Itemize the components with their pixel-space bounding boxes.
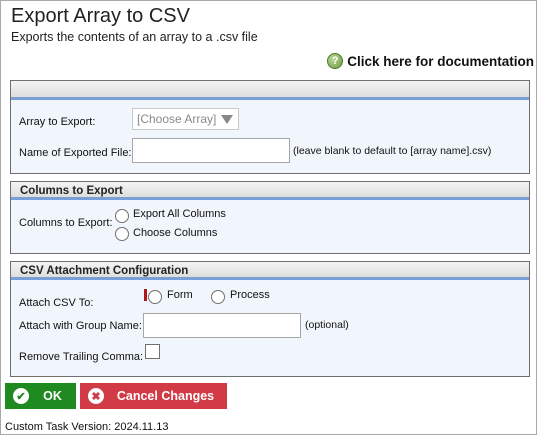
columns-section: Columns to Export Columns to Export: Exp…: [10, 181, 530, 254]
columns-section-header: Columns to Export: [11, 182, 529, 200]
columns-to-export-label: Columns to Export:: [19, 217, 113, 229]
group-name-hint: (optional): [305, 319, 349, 331]
documentation-link[interactable]: ? Click here for documentation: [327, 53, 534, 69]
attach-csv-to-label: Attach CSV To:: [19, 297, 94, 309]
attach-process-radio[interactable]: [211, 290, 225, 304]
csv-attachment-section: CSV Attachment Configuration Attach CSV …: [10, 261, 530, 377]
export-all-columns-label: Export All Columns: [133, 208, 226, 220]
task-version: Custom Task Version: 2024.11.13: [5, 421, 169, 433]
array-select-value: [Choose Array]: [137, 112, 217, 126]
page-title: Export Array to CSV: [11, 5, 190, 27]
dialog-frame: Export Array to CSV Exports the contents…: [0, 0, 537, 435]
array-section: Array to Export: [Choose Array] Name of …: [10, 80, 530, 174]
group-name-label: Attach with Group Name:: [19, 320, 142, 332]
attach-form-radio[interactable]: [148, 290, 162, 304]
remove-trailing-comma-label: Remove Trailing Comma:: [19, 351, 144, 363]
required-marker: [144, 289, 147, 301]
help-icon: ?: [327, 53, 344, 69]
close-icon: ✖: [88, 388, 104, 404]
array-to-export-label: Array to Export:: [19, 116, 96, 128]
attach-process-label: Process: [230, 289, 270, 301]
ok-button[interactable]: ✔ OK: [5, 383, 76, 409]
page-subtitle: Exports the contents of an array to a .c…: [11, 30, 258, 44]
group-name-input[interactable]: [143, 313, 301, 338]
ok-button-label: OK: [43, 389, 62, 403]
csv-attachment-section-header: CSV Attachment Configuration: [11, 262, 529, 280]
documentation-link-label: Click here for documentation: [347, 53, 534, 69]
exported-file-name-hint: (leave blank to default to [array name].…: [293, 145, 492, 157]
attach-form-label: Form: [167, 289, 193, 301]
cancel-changes-button-label: Cancel Changes: [116, 389, 215, 403]
array-select[interactable]: [Choose Array]: [132, 108, 239, 130]
exported-file-name-label: Name of Exported File:: [19, 147, 132, 159]
array-section-header: [11, 81, 529, 100]
check-icon: ✔: [13, 388, 29, 404]
export-all-columns-radio[interactable]: [115, 209, 129, 223]
cancel-changes-button[interactable]: ✖ Cancel Changes: [80, 383, 227, 409]
dropdown-arrow-icon: [221, 115, 233, 124]
choose-columns-label: Choose Columns: [133, 227, 218, 239]
choose-columns-radio[interactable]: [115, 227, 129, 241]
exported-file-name-input[interactable]: [132, 138, 290, 163]
remove-trailing-comma-checkbox[interactable]: [145, 344, 160, 359]
